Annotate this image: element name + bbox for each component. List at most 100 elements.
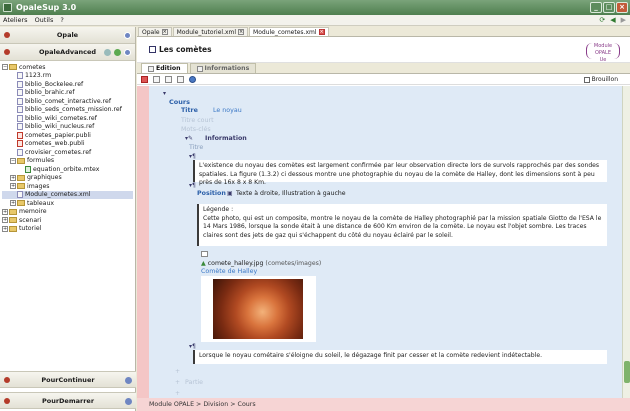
expand-icon[interactable]: + <box>10 183 16 190</box>
titre-value[interactable]: Le noyau <box>213 107 242 114</box>
document-tabs: Opale × Module_tutoriel.xml × Module_comet… <box>137 27 630 37</box>
expand-icon[interactable]: + <box>10 174 16 181</box>
paragraph-1[interactable]: L'existence du noyau des comètes est lar… <box>193 160 607 186</box>
workshop-icon <box>4 377 10 383</box>
folder-icon <box>17 174 25 181</box>
legende-box[interactable]: Légende : Cette photo, qui est un compos… <box>197 204 607 246</box>
tab-edition[interactable]: Edition <box>141 63 188 73</box>
partie-label[interactable]: Partie <box>185 379 203 386</box>
scrollbar-thumb[interactable] <box>624 361 630 383</box>
image-caption[interactable]: Comète de Halley <box>201 268 257 275</box>
paragraph-icon[interactable]: ▾¶ <box>189 343 196 350</box>
image-insert-icon[interactable] <box>201 251 208 257</box>
tree-item[interactable]: biblio_Bockelee.ref <box>2 80 133 89</box>
titre-court-label[interactable]: Titre court <box>181 117 214 124</box>
tree-item[interactable]: Module_cometes.xml <box>2 190 133 199</box>
tree-item[interactable]: + graphiques <box>2 174 133 183</box>
tab-label: Module_cometes.xml <box>253 28 317 36</box>
tab-opale[interactable]: Opale × <box>138 27 172 36</box>
forward-arrow-icon[interactable]: ▶ <box>621 16 626 24</box>
workshop-header-pourcontinuer[interactable]: PourContinuer <box>0 371 136 388</box>
expand-icon[interactable]: + <box>2 208 8 215</box>
tree-item[interactable]: equation_orbite.mtex <box>2 165 133 174</box>
tab-informations[interactable]: Informations <box>189 63 257 73</box>
tree-item[interactable]: biblio_seds_comets_mission.ref <box>2 106 133 115</box>
image-preview[interactable] <box>201 276 316 342</box>
collapse-icon[interactable]: ▾ <box>163 90 166 97</box>
image-file-icon: ▲ <box>201 260 206 267</box>
tree-item[interactable]: biblio_wiki_cometes.ref <box>2 114 133 123</box>
back-arrow-icon[interactable]: ◀ <box>610 16 615 24</box>
position-label: Position <box>197 190 226 197</box>
menu-ateliers[interactable]: Ateliers <box>3 16 28 24</box>
redo-icon[interactable] <box>177 75 184 83</box>
help-icon[interactable] <box>104 49 111 56</box>
workshop-expand-icon[interactable] <box>124 32 131 39</box>
titre2-label[interactable]: Titre <box>189 144 203 151</box>
tree-item-label: biblio_Bockelee.ref <box>25 80 84 88</box>
tab-module-tutoriel[interactable]: Module_tutoriel.xml × <box>172 27 249 36</box>
expand-icon[interactable]: + <box>2 217 8 224</box>
tree-item[interactable]: − formules <box>2 157 133 166</box>
folder-icon <box>17 183 25 190</box>
editor-canvas[interactable]: ▾ Cours Titre Le noyau Titre court Mots-… <box>149 86 622 398</box>
tree-item[interactable]: + memoire <box>2 208 133 217</box>
tree-item-label: images <box>27 182 50 190</box>
vertical-scrollbar[interactable] <box>622 86 630 398</box>
workshop-header-pourdemarrer[interactable]: PourDemarrer <box>0 392 136 409</box>
brouillon-checkbox[interactable] <box>583 76 590 83</box>
workshop-header-opaleadvanced[interactable]: OpaleAdvanced <box>0 44 135 61</box>
menu-help[interactable]: ? <box>60 16 63 24</box>
expand-icon[interactable]: + <box>2 225 8 232</box>
paragraph-icon[interactable]: ▾¶ <box>189 153 196 160</box>
tree-item[interactable]: biblio_comet_interactive.ref <box>2 97 133 106</box>
tree-item[interactable]: + images <box>2 182 133 191</box>
add-block-icon[interactable]: + <box>175 368 180 375</box>
collapse-icon[interactable]: − <box>2 64 8 71</box>
workshop-header-opale[interactable]: Opale <box>0 27 135 44</box>
paragraph-2[interactable]: Lorsque le noyau cométaire s'éloigne du … <box>193 350 607 364</box>
workshop-expand-icon[interactable] <box>125 377 132 384</box>
tree-item[interactable]: biblio_brahic.ref <box>2 89 133 98</box>
brouillon-toggle[interactable]: Brouillon <box>583 76 618 83</box>
expand-icon[interactable]: + <box>10 200 16 207</box>
undo-icon[interactable] <box>165 75 172 83</box>
tree-item[interactable]: cometes_papier.publi <box>2 131 133 140</box>
file-tree: − cometes 1123.rm biblio_Bockelee.ref biblio… <box>0 61 135 235</box>
menu-outils[interactable]: Outils <box>35 16 54 24</box>
close-tab-icon[interactable]: × <box>318 29 325 35</box>
tree-item[interactable]: + tableaux <box>2 199 133 208</box>
image-reference[interactable]: ▲ comete_halley.jpg (cometes/images) <box>201 260 321 267</box>
minimize-button[interactable]: _ <box>590 2 602 13</box>
tree-item[interactable]: − cometes <box>2 63 133 72</box>
save-icon[interactable] <box>153 75 160 83</box>
maximize-button[interactable]: □ <box>603 2 615 13</box>
tree-item[interactable]: biblio_wiki_nucleus.ref <box>2 123 133 132</box>
close-tab-icon[interactable]: × <box>238 29 245 35</box>
badge-line1: Module OPALE <box>593 43 613 56</box>
file-icon <box>17 114 23 122</box>
file-icon <box>17 140 23 148</box>
tree-item[interactable]: crovisier_cometes.ref <box>2 148 133 157</box>
close-tab-icon[interactable]: × <box>161 29 168 35</box>
workshop-collapse-icon[interactable] <box>124 49 131 56</box>
tree-item[interactable]: + tutoriel <box>2 225 133 234</box>
collapse-icon[interactable]: − <box>10 157 16 164</box>
tree-item-label: graphiques <box>27 174 62 182</box>
add-block-icon[interactable]: + <box>175 390 180 397</box>
add-block-icon[interactable]: + <box>175 379 180 386</box>
folder-icon <box>17 157 25 164</box>
paragraph-icon[interactable]: ▾¶ <box>189 182 196 189</box>
tree-item[interactable]: + scenari <box>2 216 133 225</box>
preview-icon[interactable] <box>189 75 196 83</box>
workshop-expand-icon[interactable] <box>125 398 132 405</box>
position-value[interactable]: Texte à droite, Illustration à gauche <box>236 190 346 197</box>
close-window-button[interactable]: × <box>616 2 628 13</box>
tree-item[interactable]: 1123.rm <box>2 72 133 81</box>
mots-cles-label[interactable]: Mots-clés <box>181 126 211 133</box>
tab-module-cometes[interactable]: Module_cometes.xml × <box>249 27 329 36</box>
file-icon <box>17 131 23 139</box>
stop-icon[interactable] <box>141 75 148 83</box>
refresh-icon[interactable]: ⟳ <box>599 16 605 24</box>
tree-item[interactable]: cometes_web.publi <box>2 140 133 149</box>
